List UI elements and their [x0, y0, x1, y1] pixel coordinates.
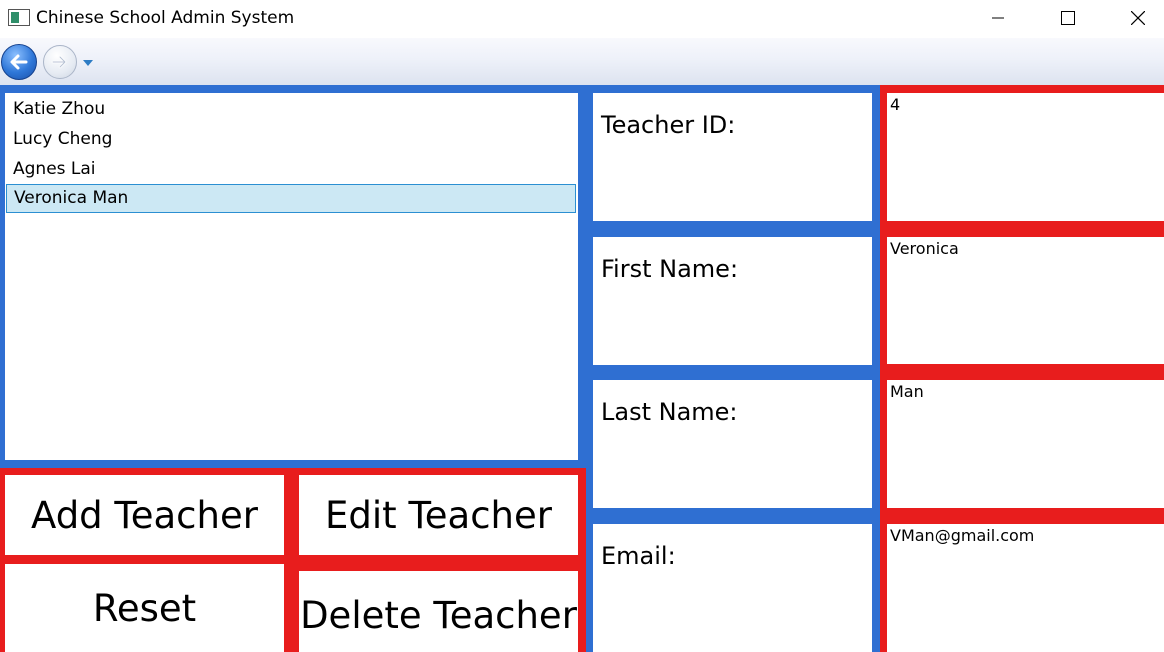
minimize-icon — [992, 17, 1004, 19]
form-labels-panel: Teacher ID: First Name: Last Name: Email… — [586, 85, 880, 652]
arrow-left-icon — [10, 54, 28, 70]
teacher-id-label: Teacher ID: — [593, 93, 872, 221]
close-button[interactable] — [1115, 0, 1161, 36]
app-icon — [8, 9, 30, 26]
action-buttons-panel: Add Teacher Edit Teacher Reset Delete Te… — [0, 468, 586, 652]
back-button[interactable] — [1, 44, 37, 80]
email-field[interactable]: VMan@gmail.com — [887, 524, 1164, 652]
maximize-icon — [1061, 11, 1075, 25]
form-values-panel: 4 Veronica Man VMan@gmail.com — [880, 85, 1164, 652]
last-name-field[interactable]: Man — [887, 380, 1164, 508]
maximize-button[interactable] — [1045, 0, 1091, 36]
navigation-bar — [0, 38, 1164, 85]
delete-teacher-button[interactable]: Delete Teacher — [299, 571, 578, 652]
minimize-button[interactable] — [975, 0, 1021, 36]
arrow-right-icon — [51, 55, 67, 69]
first-name-label: First Name: — [593, 237, 872, 365]
list-item[interactable]: Agnes Lai — [6, 155, 576, 184]
add-teacher-button[interactable]: Add Teacher — [5, 475, 284, 555]
reset-button[interactable]: Reset — [5, 564, 284, 652]
edit-teacher-button[interactable]: Edit Teacher — [299, 475, 578, 555]
list-item[interactable]: Katie Zhou — [6, 95, 576, 124]
last-name-label: Last Name: — [593, 380, 872, 508]
list-item[interactable]: Lucy Cheng — [6, 125, 576, 154]
teacher-id-field[interactable]: 4 — [887, 93, 1164, 221]
teacher-list[interactable]: Katie Zhou Lucy Cheng Agnes Lai Veronica… — [5, 93, 578, 460]
list-item-selected[interactable]: Veronica Man — [6, 184, 576, 213]
forward-button[interactable] — [43, 45, 77, 79]
first-name-field[interactable]: Veronica — [887, 237, 1164, 364]
window-title: Chinese School Admin System — [36, 8, 295, 28]
navigation-history-dropdown[interactable] — [82, 57, 94, 69]
email-label: Email: — [593, 524, 872, 652]
close-icon — [1131, 11, 1145, 25]
caret-down-icon — [83, 60, 93, 66]
